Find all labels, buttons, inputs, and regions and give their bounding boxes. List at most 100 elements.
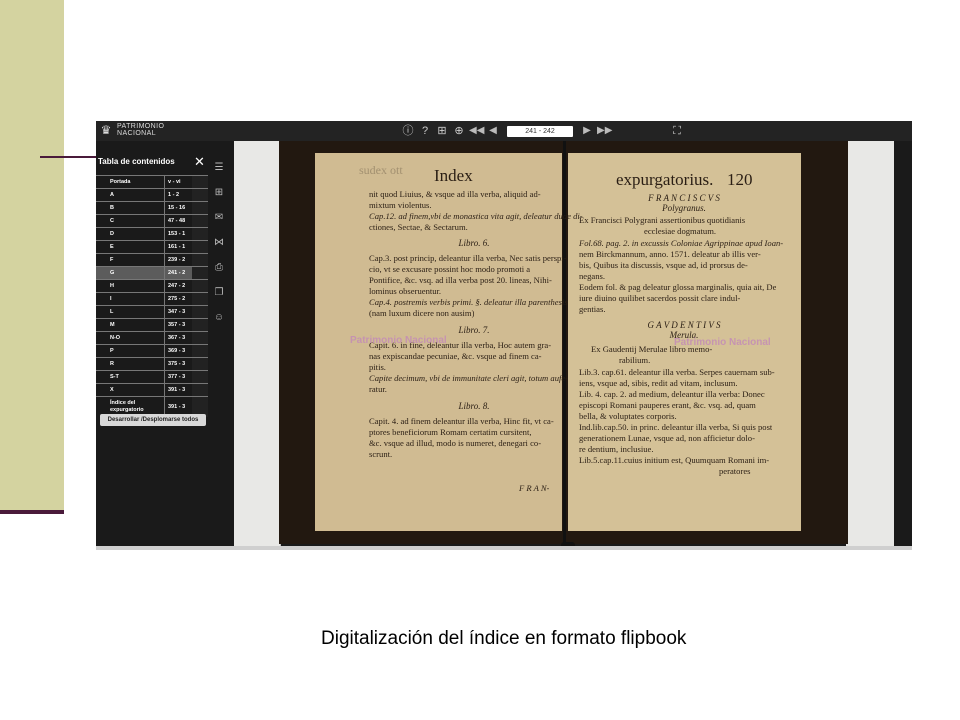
toc-item-pages: 153 - 1 xyxy=(164,228,192,240)
toc-item-label: E xyxy=(110,244,114,250)
slide-rule-top xyxy=(40,156,96,158)
left-page-line: Pontifice, &c. vsq. ad illa verba post 2… xyxy=(369,275,552,285)
right-page-line: Ex Francisci Polygrani assertionibus quo… xyxy=(579,215,746,225)
left-page-line: cio, vt se excusare possint hoc modo pro… xyxy=(369,264,531,274)
toc-item-i[interactable]: I 275 - 2 xyxy=(96,292,208,305)
toc-item-m[interactable]: M 357 - 3 xyxy=(96,318,208,331)
user-icon[interactable]: ☺ xyxy=(212,311,226,325)
toc-item-portada[interactable]: Portada v - vi xyxy=(96,175,208,188)
left-page-line: lominus obseruentur. xyxy=(369,286,442,296)
first-page-icon[interactable]: ◀◀ xyxy=(469,124,484,138)
right-page-line: generationem Lunae, vsque ad, non affici… xyxy=(579,433,755,443)
left-page-line: nit quod Liuius, & vsque ad illa verba, … xyxy=(369,189,541,199)
toc-item-label: C xyxy=(110,218,114,224)
toc-item-pages: 15 - 16 xyxy=(164,202,192,214)
book-spread[interactable]: sudex ott Index nit quod Liuius, & vsque… xyxy=(279,141,848,544)
toc-item-s-t[interactable]: S-T 377 - 3 xyxy=(96,370,208,383)
toc-item-pages: v - vi xyxy=(164,176,192,188)
toc-item-x[interactable]: X 391 - 3 xyxy=(96,383,208,396)
right-page-line: Fol.68. pag. 2. in excussis Coloniae Agr… xyxy=(579,238,784,248)
right-page-line: rabilium. xyxy=(619,355,651,365)
left-page-line: Cap.4. postremis verbis primi. §. deleat… xyxy=(369,297,568,307)
left-page-line: mixtum violentus. xyxy=(369,200,432,210)
right-page-line: peratores xyxy=(719,466,751,476)
right-page-line: gentias. xyxy=(579,304,606,314)
toc-item-pages: 275 - 2 xyxy=(164,293,192,305)
left-page-line: Capit. 4. ad finem deleantur illa verba,… xyxy=(369,416,554,426)
toc-item-n-o[interactable]: N-O 367 - 3 xyxy=(96,331,208,344)
toc-item-f[interactable]: F 239 - 2 xyxy=(96,253,208,266)
toc-item-pages: 347 - 3 xyxy=(164,306,192,318)
toc-item-label: I xyxy=(110,296,112,302)
toc-list: Portada v - vi A 1 - 2 B 15 - 16 C 47 - 48 D… xyxy=(96,175,208,417)
previous-page-icon[interactable]: ◀ xyxy=(486,124,500,138)
left-page-line: &c. vsque ad illud, modo is numeret, den… xyxy=(369,438,542,448)
toc-item-l[interactable]: L 347 - 3 xyxy=(96,305,208,318)
info-icon[interactable]: ⓘ xyxy=(401,124,415,138)
last-page-icon[interactable]: ▶▶ xyxy=(597,124,612,138)
toc-item-pages: 391 - 3 xyxy=(164,384,192,396)
toc-item-e[interactable]: E 161 - 1 xyxy=(96,240,208,253)
list-icon[interactable]: ☰ xyxy=(212,161,226,175)
left-page-line: ratur. xyxy=(369,384,387,394)
page-stack-left xyxy=(234,141,281,546)
right-page-line: Lib.3. cap.61. deleantur illa verba. Ser… xyxy=(579,367,775,377)
toc-item-label: N-O xyxy=(110,335,121,341)
left-page-line: ctiones, Sectae, & Sectarum. xyxy=(369,222,468,232)
left-page-catchword: F R A N- xyxy=(519,483,550,493)
left-page-line: nas expiscandae pecuniae, &c. vsque ad f… xyxy=(369,351,542,361)
toc-item-b[interactable]: B 15 - 16 xyxy=(96,201,208,214)
left-page-line: ptores beneficiorum Romam certatim cursi… xyxy=(369,427,532,437)
help-icon[interactable]: ? xyxy=(418,124,432,138)
thumbnails-icon[interactable]: ⊞ xyxy=(435,124,449,138)
toc-item-pages: 247 - 2 xyxy=(164,280,192,292)
right-page-line: Lib.5.cap.11.cuius initium est, Quumquam… xyxy=(579,455,770,465)
right-page-line: bis, Quibus ita discussis, vsque ad, id … xyxy=(579,260,748,270)
toc-item-label: M xyxy=(110,322,115,328)
left-page-subhead: Libro. 6. xyxy=(458,238,490,248)
close-icon[interactable]: ✕ xyxy=(194,154,205,170)
toc-item-pages: 357 - 3 xyxy=(164,319,192,331)
mail-icon[interactable]: ✉ xyxy=(212,211,226,225)
toc-item-c[interactable]: C 47 - 48 xyxy=(96,214,208,227)
toc-item-pages: 241 - 2 xyxy=(164,267,192,279)
toc-item-r[interactable]: R 375 - 3 xyxy=(96,357,208,370)
toc-item-p[interactable]: P 369 - 3 xyxy=(96,344,208,357)
fullscreen-icon[interactable]: ⛶ xyxy=(670,124,684,138)
page-slider-handle[interactable] xyxy=(561,542,575,546)
page-indicator-input[interactable] xyxy=(507,125,573,137)
toc-item-label: B xyxy=(110,205,114,211)
left-page-line: pitis. xyxy=(369,362,386,372)
right-page-line: re dentium, inclusiue. xyxy=(579,444,654,454)
expand-collapse-all-button[interactable]: Desarrollar /Desplomarse todos xyxy=(100,414,206,426)
print-icon[interactable]: ⎙ xyxy=(212,261,226,275)
zoom-in-icon[interactable]: ⊕ xyxy=(452,124,466,138)
grid-icon[interactable]: ⊞ xyxy=(212,186,226,200)
toc-item-label: S-T xyxy=(110,374,119,380)
next-page-icon[interactable]: ▶ xyxy=(580,124,594,138)
right-page-subhead: G A V D E N T I V S xyxy=(647,320,721,330)
left-page-subhead: Libro. 7. xyxy=(458,325,490,335)
toc-item-pages: 47 - 48 xyxy=(164,215,192,227)
right-page-line: Eodem fol. & pag deleatur glossa margina… xyxy=(579,282,777,292)
slide-caption: Digitalización del índice en formato fli… xyxy=(321,628,687,649)
left-page-line: Capite decimum, vbi de immunitate cleri … xyxy=(369,373,569,383)
toc-item-a[interactable]: A 1 - 2 xyxy=(96,188,208,201)
toolbar-controls: ⓘ ? ⊞ ⊕ ◀◀ ◀ ▶ ▶▶ xyxy=(401,123,613,139)
toc-item-g[interactable]: G 241 - 2 xyxy=(96,266,208,279)
toc-item-h[interactable]: H 247 - 2 xyxy=(96,279,208,292)
side-toolbar: ☰ ⊞ ✉ ⋈ ⎙ ❐ ☺ xyxy=(212,161,226,336)
watermark-left: Patrimonio Nacional xyxy=(350,335,447,346)
share-icon[interactable]: ⋈ xyxy=(212,236,226,250)
bookmark-icon[interactable]: ❐ xyxy=(212,286,226,300)
toc-item-d[interactable]: D 153 - 1 xyxy=(96,227,208,240)
toc-item-label: F xyxy=(110,257,114,263)
toc-item-label: G xyxy=(110,270,115,276)
flipbook-viewer: ♛ PATRIMONIO NACIONAL ⓘ ? ⊞ ⊕ ◀◀ ◀ ▶ ▶▶ … xyxy=(96,121,912,550)
patrimonio-logo[interactable]: ♛ PATRIMONIO NACIONAL xyxy=(98,123,164,137)
right-page-line: negans. xyxy=(579,271,606,281)
right-page-line: bella, & voluptates corporis. xyxy=(579,411,677,421)
toc-item-pages: 367 - 3 xyxy=(164,332,192,344)
left-page-line: (nam luxum dicere non ausim) xyxy=(369,308,475,318)
left-page-line: Cap.3. post princip, deleantur illa verb… xyxy=(369,253,567,263)
